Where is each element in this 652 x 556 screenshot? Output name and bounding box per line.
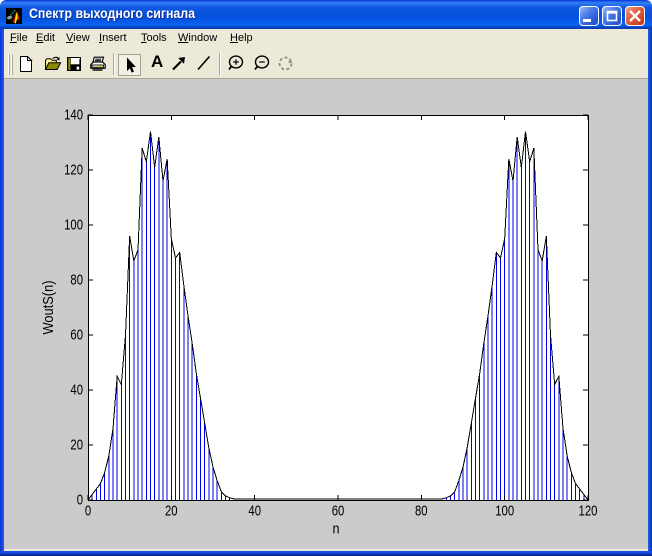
svg-text:0: 0 xyxy=(77,492,83,509)
svg-text:20: 20 xyxy=(165,503,178,520)
svg-text:140: 140 xyxy=(64,107,83,124)
svg-text:n: n xyxy=(333,521,340,538)
svg-text:100: 100 xyxy=(495,503,514,520)
svg-text:120: 120 xyxy=(579,503,598,520)
svg-text:40: 40 xyxy=(248,503,261,520)
svg-text:60: 60 xyxy=(332,503,345,520)
svg-text:20: 20 xyxy=(70,437,83,454)
svg-text:120: 120 xyxy=(64,162,83,179)
svg-text:80: 80 xyxy=(415,503,428,520)
svg-text:0: 0 xyxy=(85,503,91,520)
svg-text:WoutS(n): WoutS(n) xyxy=(40,280,57,334)
svg-text:60: 60 xyxy=(70,327,83,344)
svg-text:40: 40 xyxy=(70,382,83,399)
svg-text:80: 80 xyxy=(70,272,83,289)
svg-text:100: 100 xyxy=(64,217,83,234)
